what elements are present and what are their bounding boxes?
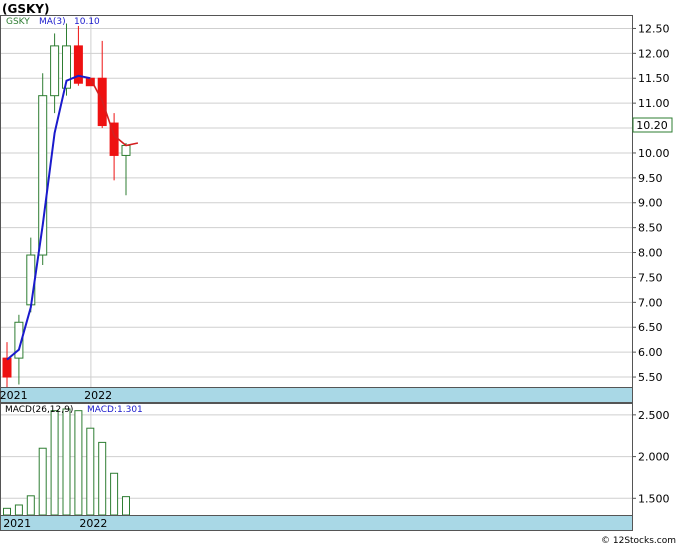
chart-canvas: (GSKY) 12.5012.0011.5011.0010.5010.009.5… bbox=[0, 2, 676, 546]
last-price-label: 10.20 bbox=[636, 119, 668, 132]
price-tick-label: 6.00 bbox=[638, 346, 663, 359]
watermark: © 12Stocks.com bbox=[601, 536, 676, 546]
legend-ma-label: MA(3) bbox=[39, 17, 66, 27]
price-tick-label: 9.50 bbox=[638, 172, 663, 185]
macd-tick-label: 1.500 bbox=[638, 492, 670, 505]
macd-bar bbox=[98, 441, 107, 516]
price-tick-label: 7.50 bbox=[638, 271, 663, 284]
price-tick-label: 11.00 bbox=[638, 97, 670, 110]
candle-body bbox=[121, 144, 131, 156]
candle-body bbox=[2, 357, 12, 378]
price-tick-label: 5.50 bbox=[638, 371, 663, 384]
macd-legend-value: MACD:1.301 bbox=[87, 405, 143, 415]
price-tick-label: 9.00 bbox=[638, 197, 663, 210]
macd-bar bbox=[74, 410, 83, 516]
price-x-label: 2022 bbox=[84, 389, 112, 402]
macd-bar bbox=[38, 447, 47, 516]
macd-bar bbox=[110, 472, 119, 516]
macd-x-label: 2021 bbox=[3, 517, 31, 530]
price-tick-label: 8.00 bbox=[638, 247, 663, 260]
candle-body bbox=[50, 45, 60, 97]
macd-y-axis: 2.500 2.000 1.500 bbox=[632, 409, 670, 505]
macd-bar bbox=[50, 410, 59, 516]
macd-bar bbox=[26, 495, 35, 516]
macd-x-label: 2022 bbox=[79, 517, 107, 530]
price-tick-label: 12.00 bbox=[638, 47, 670, 60]
macd-bar bbox=[122, 496, 130, 516]
chart-title: (GSKY) bbox=[2, 2, 49, 16]
legend-ma-value: 10.10 bbox=[74, 17, 100, 27]
price-tick-label: 6.50 bbox=[638, 321, 663, 334]
price-tick-label: 8.50 bbox=[638, 222, 663, 235]
price-tick-label: 11.50 bbox=[638, 72, 670, 85]
candle-body bbox=[26, 254, 36, 306]
macd-tick-label: 2.000 bbox=[638, 451, 670, 464]
macd-bar bbox=[86, 427, 95, 516]
macd-tick-label: 2.500 bbox=[638, 409, 670, 422]
macd-bar bbox=[62, 408, 71, 516]
macd-legend-label: MACD(26,12,9) bbox=[5, 405, 73, 415]
macd-bar bbox=[3, 507, 11, 516]
macd-panel bbox=[0, 403, 633, 531]
price-tick-label: 10.00 bbox=[638, 147, 670, 160]
price-panel bbox=[0, 15, 633, 403]
legend-symbol: GSKY bbox=[6, 17, 30, 27]
price-tick-label: 12.50 bbox=[638, 22, 670, 35]
macd-bar bbox=[14, 504, 23, 516]
price-x-label: 2021 bbox=[0, 389, 28, 402]
price-tick-label: 7.00 bbox=[638, 296, 663, 309]
price-y-axis: 12.5012.0011.5011.0010.5010.009.509.008.… bbox=[632, 22, 670, 384]
